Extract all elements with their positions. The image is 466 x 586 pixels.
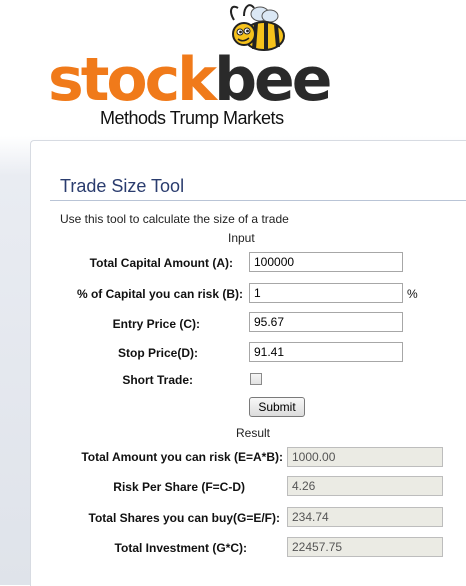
stockbee-logo[interactable]: stockbee Methods Trump Markets	[40, 0, 332, 136]
investment-label: Total Investment (G*C):	[114, 541, 247, 555]
percent-unit: %	[407, 287, 418, 301]
logo-bee-text: bee	[214, 45, 332, 115]
risk-amount-label: Total Amount you can risk (E=A*B):	[81, 450, 283, 464]
page-title: Trade Size Tool	[60, 176, 185, 196]
shares-label: Total Shares you can buy(G=E/F):	[88, 511, 280, 525]
logo-wordmark: stockbee	[48, 44, 332, 116]
submit-button[interactable]: Submit	[249, 397, 305, 417]
short-trade-label: Short Trade:	[122, 373, 193, 387]
entry-price-input[interactable]	[249, 312, 403, 332]
investment-output	[287, 537, 443, 557]
risk-percent-label: % of Capital you can risk (B):	[76, 287, 243, 301]
logo-stock-text: stock	[48, 45, 217, 115]
risk-per-share-label: Risk Per Share (F=C-D)	[113, 480, 245, 494]
risk-per-share-output	[287, 476, 443, 496]
capital-input[interactable]	[249, 252, 403, 272]
risk-amount-output	[287, 447, 443, 467]
title-divider	[50, 200, 466, 201]
shares-output	[287, 507, 443, 527]
entry-price-label: Entry Price (C):	[112, 317, 200, 331]
input-heading: Input	[228, 231, 255, 245]
stop-price-input[interactable]	[249, 342, 403, 362]
stop-price-label: Stop Price(D):	[117, 346, 198, 360]
logo-tagline: Methods Trump Markets	[100, 108, 284, 128]
capital-label: Total Capital Amount (A):	[89, 256, 233, 270]
risk-percent-input[interactable]	[249, 283, 403, 303]
short-trade-checkbox[interactable]	[250, 373, 262, 385]
intro-text: Use this tool to calculate the size of a…	[60, 212, 289, 226]
result-heading: Result	[236, 426, 271, 440]
